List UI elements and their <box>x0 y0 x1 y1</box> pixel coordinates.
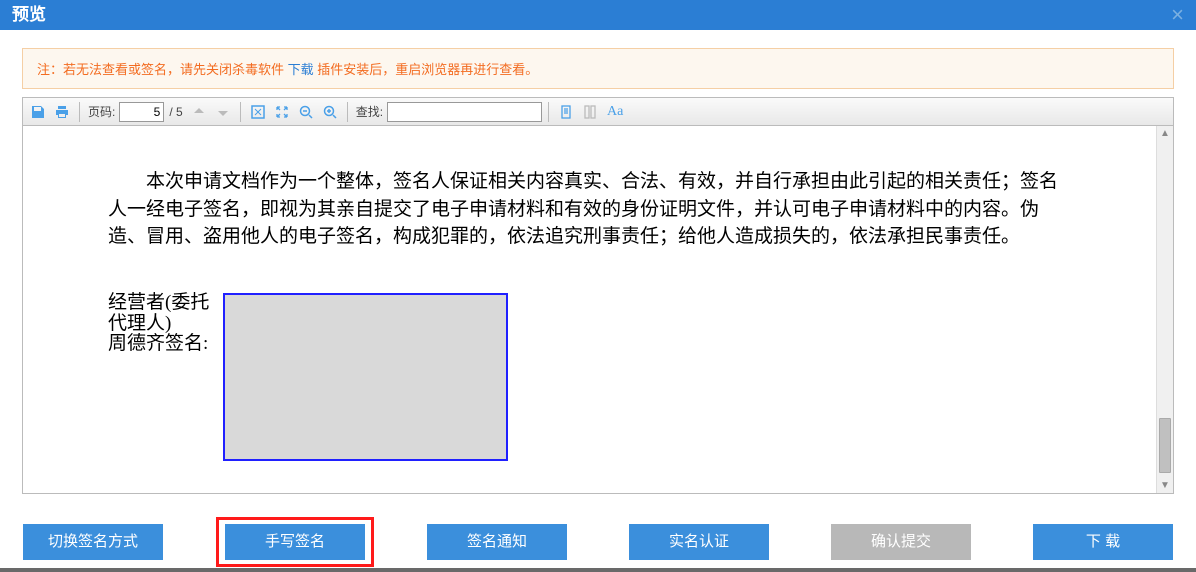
zoom-in-icon[interactable] <box>319 101 341 123</box>
text-aa-icon[interactable]: Aa <box>603 104 627 120</box>
scroll-thumb[interactable] <box>1159 418 1171 473</box>
viewer-toolbar: 页码: / 5 查找: <box>23 98 1173 126</box>
page-total: / 5 <box>166 105 185 119</box>
prev-page-icon[interactable] <box>188 101 210 123</box>
actual-size-icon[interactable] <box>271 101 293 123</box>
search-input[interactable] <box>387 102 542 122</box>
document-paragraph: 本次申请文档作为一个整体，签名人保证相关内容真实、合法、有效，并自行承担由此引起… <box>108 168 1071 251</box>
signature-block: 经营者(委托 代理人) 周德齐签名: <box>108 293 1071 461</box>
close-icon[interactable]: × <box>1171 3 1184 27</box>
notice-prefix: 注：若无法查看或签名，请先关闭杀毒软件 <box>37 62 288 77</box>
document-content: 本次申请文档作为一个整体，签名人保证相关内容真实、合法、有效，并自行承担由此引起… <box>23 126 1156 493</box>
sign-notice-button[interactable]: 签名通知 <box>427 524 567 560</box>
download-plugin-link[interactable]: 下载 <box>288 62 314 77</box>
separator <box>347 102 348 122</box>
signature-label: 经营者(委托 代理人) 周德齐签名: <box>108 293 223 356</box>
print-icon[interactable] <box>51 101 73 123</box>
scroll-up-icon[interactable]: ▲ <box>1159 126 1171 141</box>
page-label: 页码: <box>86 103 117 120</box>
search-label: 查找: <box>354 103 385 120</box>
page-input[interactable] <box>119 102 164 122</box>
download-button[interactable]: 下 载 <box>1033 524 1173 560</box>
next-page-icon[interactable] <box>212 101 234 123</box>
vertical-scrollbar[interactable]: ▲ ▼ <box>1156 126 1173 493</box>
notice-suffix: 插件安装后，重启浏览器再进行查看。 <box>314 62 539 77</box>
document-viewer: 页码: / 5 查找: <box>22 97 1174 494</box>
zoom-out-icon[interactable] <box>295 101 317 123</box>
confirm-submit-button: 确认提交 <box>831 524 971 560</box>
continuous-page-icon[interactable] <box>579 101 601 123</box>
separator <box>240 102 241 122</box>
modal-header: 预览 × <box>0 0 1196 30</box>
signature-box[interactable] <box>223 293 508 461</box>
single-page-icon[interactable] <box>555 101 577 123</box>
notice-bar: 注：若无法查看或签名，请先关闭杀毒软件 下载 插件安装后，重启浏览器再进行查看。 <box>22 48 1174 89</box>
scroll-down-icon[interactable]: ▼ <box>1159 478 1171 493</box>
document-area: 本次申请文档作为一个整体，签名人保证相关内容真实、合法、有效，并自行承担由此引起… <box>23 126 1173 493</box>
switch-sign-method-button[interactable]: 切换签名方式 <box>23 524 163 560</box>
separator <box>548 102 549 122</box>
preview-modal: 预览 × 注：若无法查看或签名，请先关闭杀毒软件 下载 插件安装后，重启浏览器再… <box>0 0 1196 568</box>
save-icon[interactable] <box>27 101 49 123</box>
fit-window-icon[interactable] <box>247 101 269 123</box>
handwrite-highlight: 手写签名 <box>216 517 374 567</box>
modal-title: 预览 <box>12 3 46 27</box>
footer-buttons: 切换签名方式 手写签名 签名通知 实名认证 确认提交 下 载 <box>0 494 1196 572</box>
handwrite-sign-button[interactable]: 手写签名 <box>225 524 365 560</box>
realname-auth-button[interactable]: 实名认证 <box>629 524 769 560</box>
separator <box>79 102 80 122</box>
